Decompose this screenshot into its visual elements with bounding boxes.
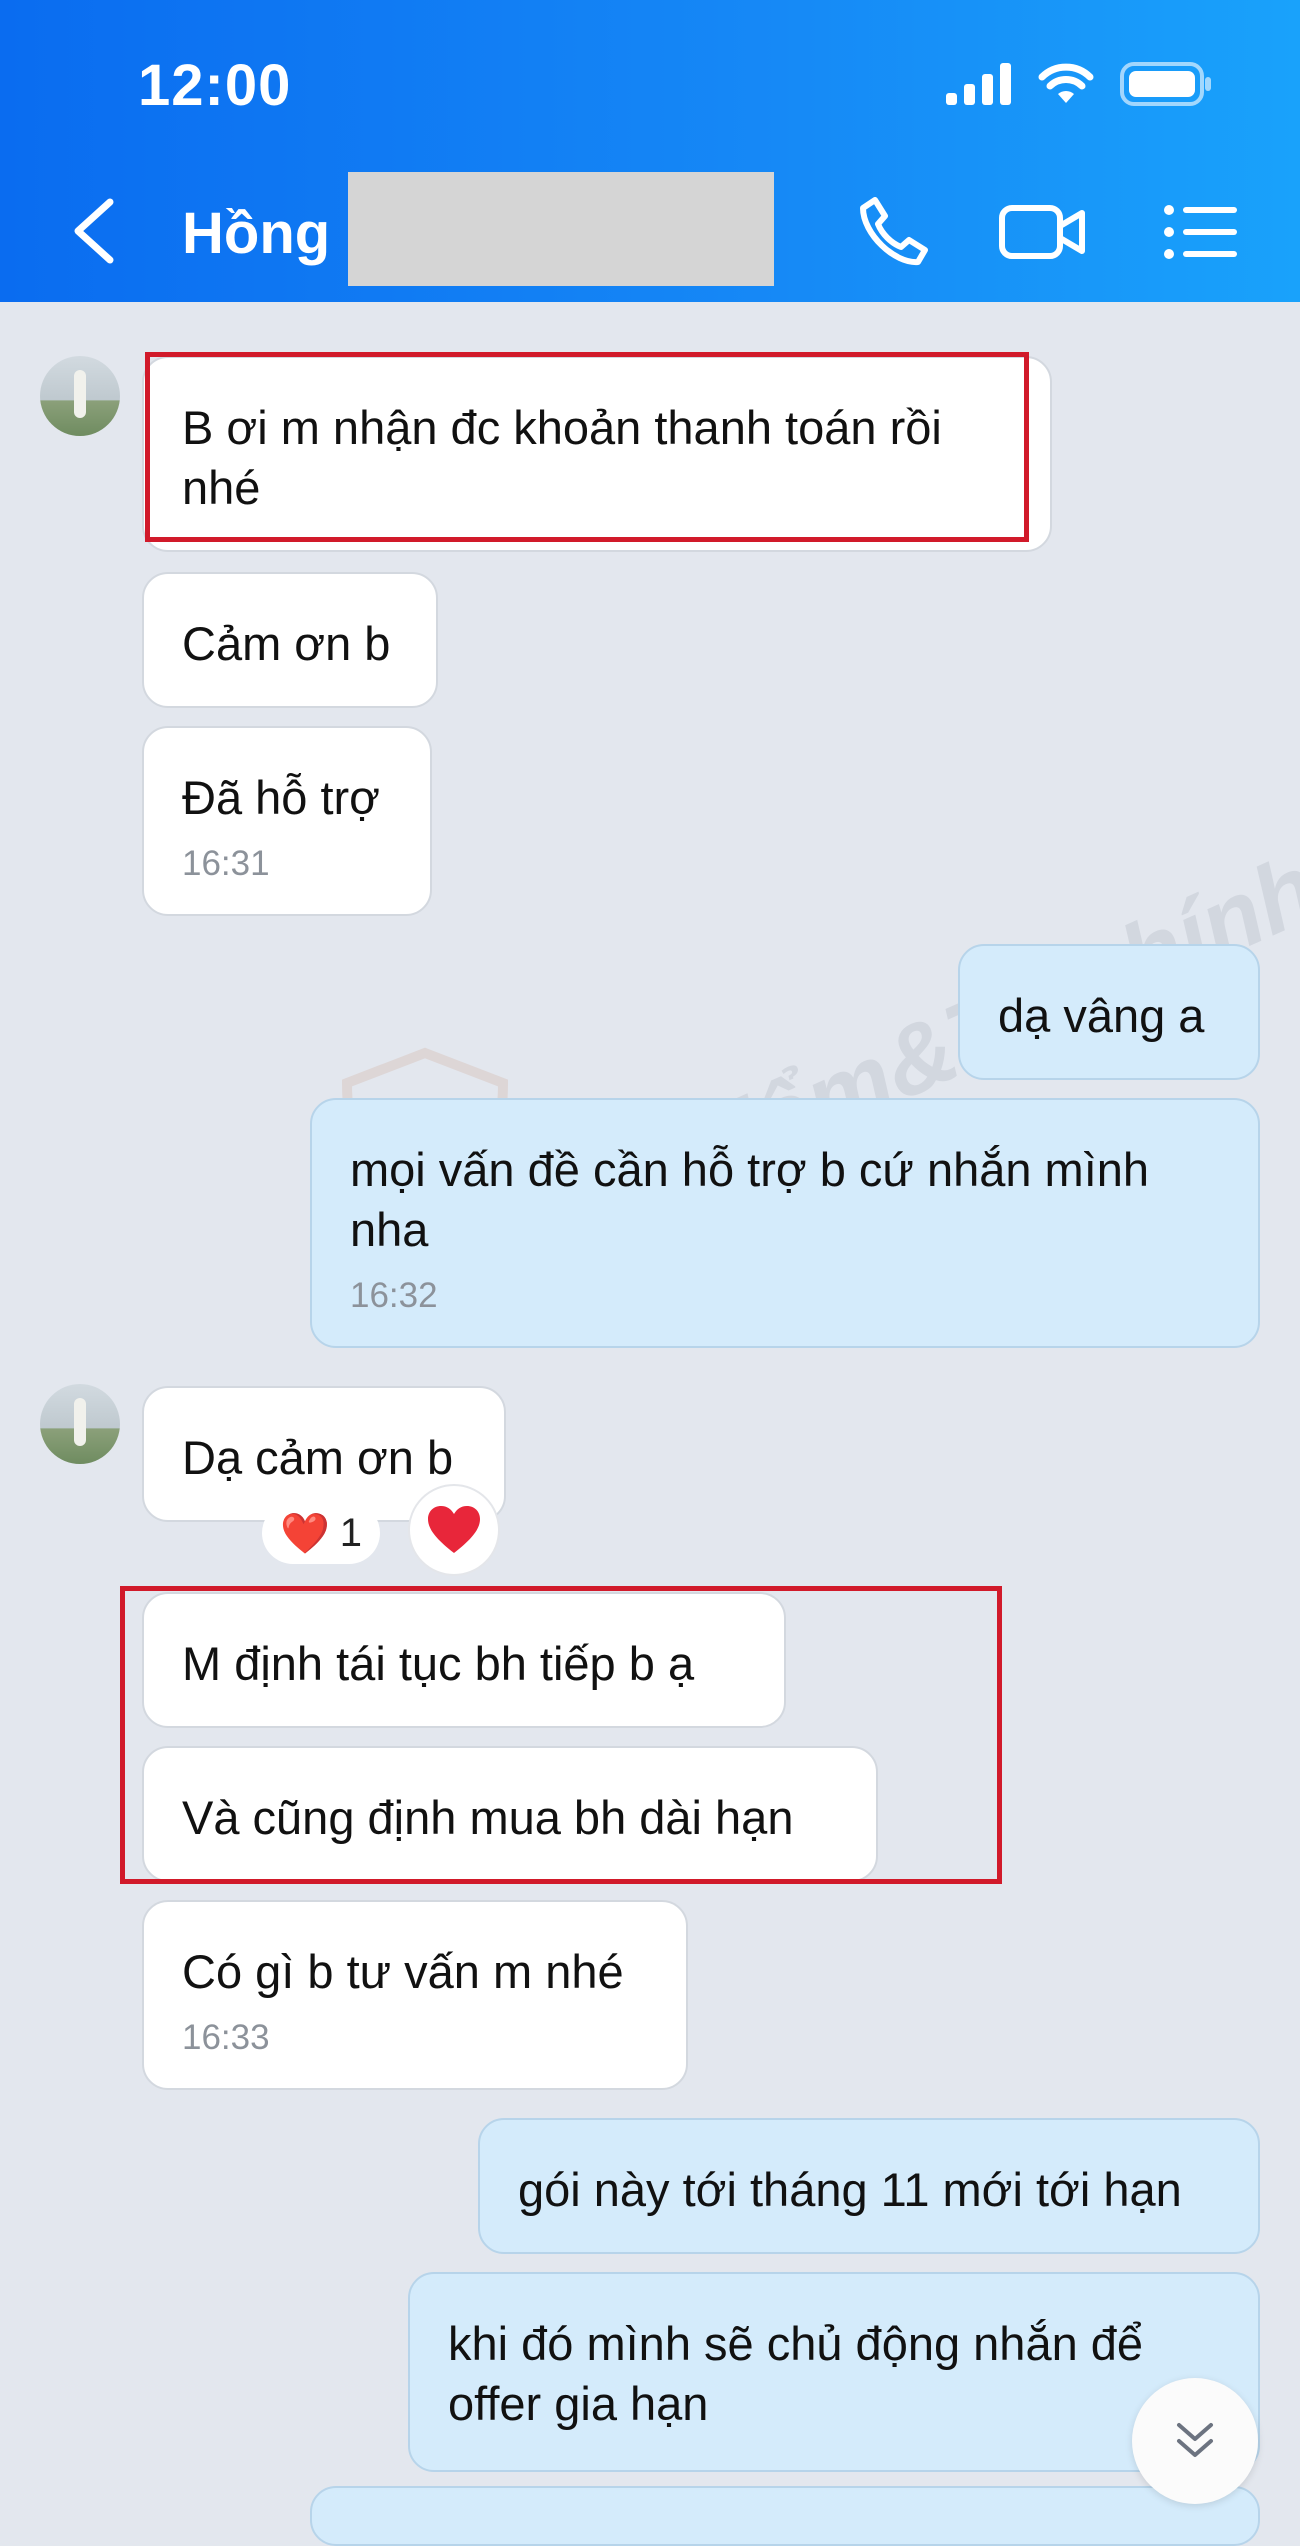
message-text: khi đó mình sẽ chủ động nhắn để offer gi… xyxy=(448,2317,1144,2430)
signal-icon xyxy=(946,63,1011,105)
double-chevron-down-icon xyxy=(1177,2423,1213,2457)
back-arrow-icon[interactable] xyxy=(66,196,122,266)
message-bubble-outgoing[interactable]: mọi vấn đề cần hỗ trợ b cứ nhắn mình nha… xyxy=(310,1098,1260,1348)
video-call-button[interactable] xyxy=(998,192,1088,272)
contact-avatar[interactable] xyxy=(40,356,120,436)
battery-icon xyxy=(1120,62,1211,106)
message-timestamp: 16:32 xyxy=(350,1276,438,1315)
redacted-name-block xyxy=(348,172,774,286)
message-bubble-outgoing[interactable]: gói này tới tháng 11 mới tới hạn xyxy=(478,2118,1260,2254)
chat-options-button[interactable] xyxy=(1156,192,1246,272)
message-bubble-incoming[interactable]: Cảm ơn b xyxy=(142,572,438,708)
highlight-box xyxy=(120,1586,1002,1884)
reaction-summary[interactable]: ❤️ 1 xyxy=(262,1502,380,1564)
heart-emoji-icon: ❤️ xyxy=(279,1511,330,1556)
message-timestamp: 16:31 xyxy=(182,844,270,883)
scroll-to-bottom-button[interactable] xyxy=(1132,2378,1258,2504)
message-timestamp: 16:33 xyxy=(182,2018,270,2057)
contact-name[interactable]: Hồng xyxy=(182,200,330,267)
message-text: mọi vấn đề cần hỗ trợ b cứ nhắn mình nha xyxy=(350,1143,1150,1256)
message-bubble-outgoing[interactable]: dạ vâng a xyxy=(958,944,1260,1080)
menu-list-icon xyxy=(1164,205,1237,259)
contact-avatar[interactable] xyxy=(40,1384,120,1464)
heart-icon xyxy=(428,1506,480,1553)
react-heart-button[interactable] xyxy=(408,1484,500,1576)
message-text: Đã hỗ trợ xyxy=(182,771,381,824)
message-bubble-outgoing[interactable] xyxy=(310,2486,1260,2546)
reaction-count: 1 xyxy=(339,1510,363,1555)
status-icons xyxy=(946,62,1212,106)
voice-call-button[interactable] xyxy=(848,192,938,272)
wifi-icon xyxy=(1038,63,1094,103)
message-text: Có gì b tư vấn m nhé xyxy=(182,1945,624,1998)
phone-icon xyxy=(860,197,928,266)
message-bubble-incoming[interactable]: Đã hỗ trợ 16:31 xyxy=(142,726,432,916)
video-camera-icon xyxy=(999,205,1085,259)
message-text: gói này tới tháng 11 mới tới hạn xyxy=(518,2163,1182,2216)
message-text: Cảm ơn b xyxy=(182,617,391,670)
highlight-box xyxy=(145,352,1029,542)
message-bubble-incoming[interactable]: Có gì b tư vấn m nhé 16:33 xyxy=(142,1900,688,2090)
message-text: dạ vâng a xyxy=(998,989,1205,1042)
chat-header: 12:00 Hồng xyxy=(0,0,1300,302)
status-time: 12:00 xyxy=(138,53,292,118)
message-text: Dạ cảm ơn b xyxy=(182,1431,454,1484)
